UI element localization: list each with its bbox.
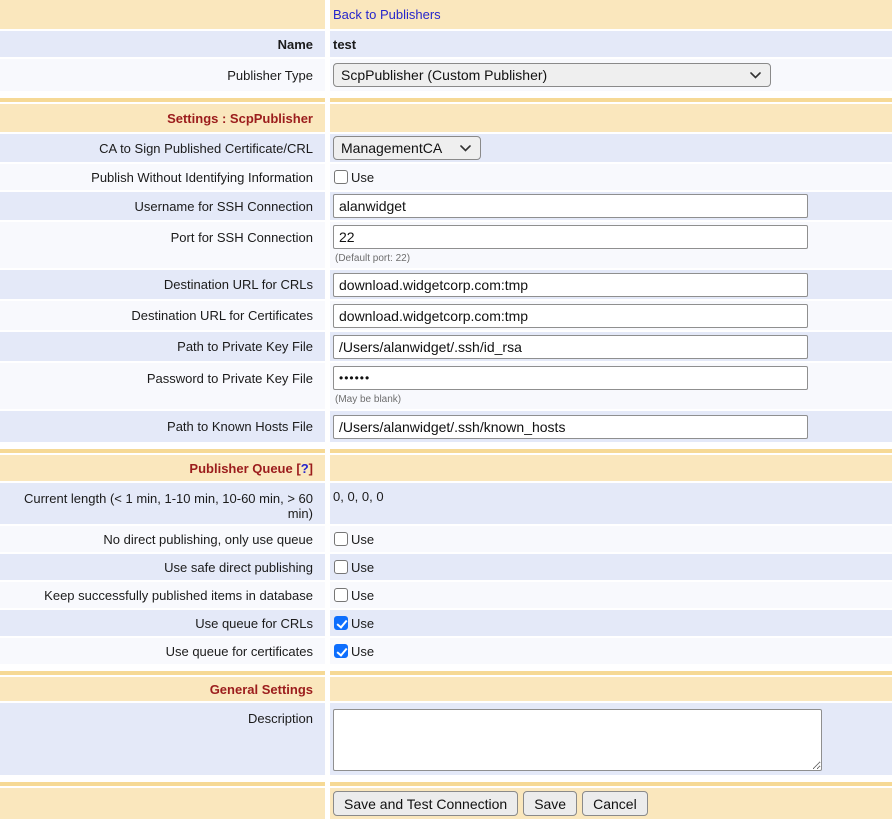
settings-section-header-spacer [330, 104, 892, 132]
known-hosts-path-label: Path to Known Hosts File [0, 411, 325, 442]
help-bracket-close: ] [309, 461, 313, 476]
queue-crls-checkbox-label: Use [351, 616, 374, 631]
queue-crls-checkbox-wrap[interactable]: Use [333, 616, 374, 631]
ssh-username-label: Username for SSH Connection [0, 192, 325, 220]
queue-certs-checkbox[interactable] [334, 644, 348, 658]
queue-only-label: No direct publishing, only use queue [0, 526, 325, 552]
ssh-port-input[interactable] [333, 225, 808, 249]
publisher-queue-header: Publisher Queue [?] [0, 455, 325, 481]
ca-to-sign-label: CA to Sign Published Certificate/CRL [0, 134, 325, 162]
name-label: Name [0, 31, 325, 57]
description-label: Description [0, 703, 325, 775]
queue-only-checkbox-label: Use [351, 532, 374, 547]
chevron-down-icon [750, 72, 761, 79]
queue-current-length-label: Current length (< 1 min, 1-10 min, 10-60… [0, 483, 325, 524]
section-stripe [330, 98, 892, 102]
description-textarea[interactable] [333, 709, 822, 771]
anonymize-checkbox-wrap[interactable]: Use [333, 170, 374, 185]
keep-published-checkbox-label: Use [351, 588, 374, 603]
publisher-queue-help-link[interactable]: ? [301, 461, 309, 476]
section-stripe [330, 671, 892, 675]
section-stripe [0, 671, 325, 675]
private-key-password-label: Password to Private Key File [0, 363, 325, 409]
cert-url-input[interactable] [333, 304, 808, 328]
general-settings-section: General Settings Description [0, 671, 892, 775]
queue-crls-checkbox[interactable] [334, 616, 348, 630]
ca-to-sign-select[interactable]: ManagementCA [333, 136, 481, 160]
private-key-path-label: Path to Private Key File [0, 332, 325, 361]
publisher-queue-section: Publisher Queue [?] Current length (< 1 … [0, 449, 892, 664]
anonymize-checkbox-label: Use [351, 170, 374, 185]
publisher-queue-header-spacer [330, 455, 892, 481]
section-stripe [330, 782, 892, 786]
settings-section-header: Settings : ScpPublisher [0, 104, 325, 132]
general-settings-header: General Settings [0, 677, 325, 701]
section-stripe [330, 449, 892, 453]
private-key-path-input[interactable] [333, 335, 808, 359]
safe-direct-label: Use safe direct publishing [0, 554, 325, 580]
section-stripe [0, 782, 325, 786]
back-to-publishers-link[interactable]: Back to Publishers [333, 7, 441, 22]
top-section: Back to Publishers Name test Publisher T… [0, 0, 892, 91]
actions-section: Save and Test Connection Save Cancel [0, 782, 892, 819]
save-and-test-connection-button[interactable]: Save and Test Connection [333, 791, 518, 816]
publisher-type-select[interactable]: ScpPublisher (Custom Publisher) [333, 63, 771, 87]
publisher-type-selected-option: ScpPublisher (Custom Publisher) [341, 67, 547, 83]
section-stripe [0, 98, 325, 102]
ssh-username-input[interactable] [333, 194, 808, 218]
anonymize-checkbox[interactable] [334, 170, 348, 184]
safe-direct-checkbox-label: Use [351, 560, 374, 575]
settings-section: Settings : ScpPublisher CA to Sign Publi… [0, 98, 892, 442]
keep-published-checkbox[interactable] [334, 588, 348, 602]
known-hosts-path-input[interactable] [333, 415, 808, 439]
publisher-type-label: Publisher Type [0, 59, 325, 91]
queue-certs-checkbox-wrap[interactable]: Use [333, 644, 374, 659]
queue-current-length-value: 0, 0, 0, 0 [330, 483, 892, 524]
queue-only-checkbox-wrap[interactable]: Use [333, 532, 374, 547]
ssh-port-hint: (Default port: 22) [333, 253, 410, 264]
ca-selected-option: ManagementCA [341, 140, 442, 156]
keep-published-label: Keep successfully published items in dat… [0, 582, 325, 608]
safe-direct-checkbox[interactable] [334, 560, 348, 574]
cancel-button[interactable]: Cancel [582, 791, 648, 816]
queue-crls-label: Use queue for CRLs [0, 610, 325, 636]
queue-only-checkbox[interactable] [334, 532, 348, 546]
publisher-queue-header-text: Publisher Queue [189, 461, 292, 476]
queue-certs-checkbox-label: Use [351, 644, 374, 659]
general-settings-header-spacer [330, 677, 892, 701]
section-stripe [0, 449, 325, 453]
ssh-port-label: Port for SSH Connection [0, 222, 325, 268]
save-button[interactable]: Save [523, 791, 577, 816]
name-value: test [330, 31, 892, 57]
crl-url-input[interactable] [333, 273, 808, 297]
chevron-down-icon [460, 145, 471, 152]
private-key-password-hint: (May be blank) [333, 394, 401, 405]
safe-direct-checkbox-wrap[interactable]: Use [333, 560, 374, 575]
anonymize-label: Publish Without Identifying Information [0, 164, 325, 190]
crl-url-label: Destination URL for CRLs [0, 270, 325, 299]
keep-published-checkbox-wrap[interactable]: Use [333, 588, 374, 603]
top-header-spacer [0, 0, 325, 29]
cert-url-label: Destination URL for Certificates [0, 301, 325, 330]
actions-spacer [0, 788, 325, 819]
private-key-password-input[interactable] [333, 366, 808, 390]
queue-certs-label: Use queue for certificates [0, 638, 325, 664]
